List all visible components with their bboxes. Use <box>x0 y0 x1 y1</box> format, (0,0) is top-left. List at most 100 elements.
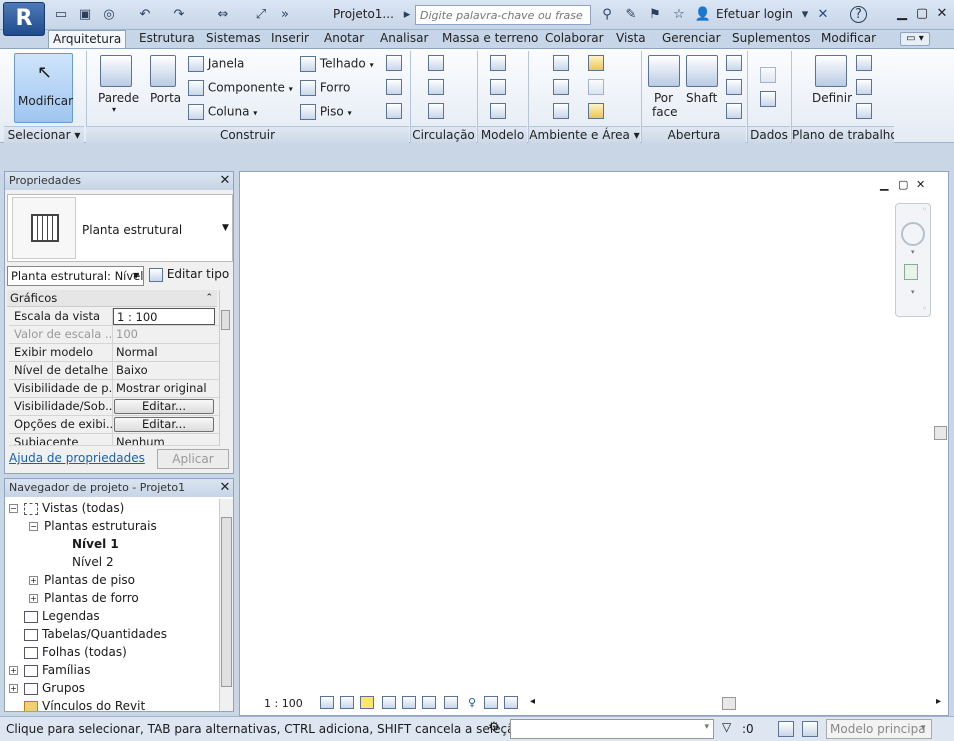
panel-ambiente-area[interactable]: Ambiente e Área ▾ <box>529 126 640 143</box>
tab-massa-e-terreno[interactable]: Massa e terreno <box>438 30 542 48</box>
component-row[interactable]: Componente ▾ <box>188 80 293 96</box>
wall-dropdown-icon[interactable]: ▾ <box>112 105 116 114</box>
tab-estrutura[interactable]: Estrutura <box>135 30 199 48</box>
view-vertical-scrollbar[interactable] <box>934 172 948 694</box>
dormer-icon[interactable] <box>726 103 742 119</box>
tab-inserir[interactable]: Inserir <box>267 30 313 48</box>
login-button[interactable]: Efetuar login <box>716 7 793 21</box>
sync-icon[interactable]: ◎ <box>100 6 118 24</box>
prop-row[interactable]: Subjacente Nenhum <box>9 434 219 446</box>
show-crop-icon[interactable] <box>422 696 436 709</box>
undo-icon[interactable]: ↶ <box>136 6 154 24</box>
view-minimize-icon[interactable]: ▁ <box>880 178 888 191</box>
instance-dropdown-icon[interactable]: ▼ <box>133 271 139 280</box>
tab-vista[interactable]: Vista <box>612 30 650 48</box>
vg-edit-button[interactable]: Editar... <box>114 399 214 414</box>
sun-path-icon[interactable] <box>360 696 374 709</box>
room-icon[interactable] <box>553 55 569 71</box>
apply-button[interactable]: Aplicar <box>157 449 229 469</box>
browser-scrollbar[interactable] <box>219 499 233 711</box>
ribbon-minimize-toggle[interactable]: ▭ ▾ <box>900 32 930 46</box>
properties-help-link[interactable]: Ajuda de propriedades <box>9 451 145 465</box>
visual-style-icon[interactable] <box>340 696 354 709</box>
tab-analisar[interactable]: Analisar <box>376 30 432 48</box>
area-icon[interactable] <box>588 55 604 71</box>
door-icon[interactable] <box>150 55 176 87</box>
tree-item-folhas[interactable]: Folhas (todas) <box>24 643 127 661</box>
instance-selector[interactable]: Planta estrutural: Nível <box>7 266 144 286</box>
ramp-icon[interactable] <box>428 79 444 95</box>
floor-row[interactable]: Piso ▾ <box>300 104 352 120</box>
editable-only-icon[interactable] <box>778 721 794 737</box>
nav-bar-options-icon[interactable]: ◦ <box>922 304 927 313</box>
dropdown-arrow-icon[interactable]: ▾ <box>796 6 814 24</box>
tree-item-nivel-1[interactable]: Nível 1 <box>72 535 119 553</box>
type-selector[interactable]: Planta estrutural ▼ <box>7 194 233 262</box>
wall-button[interactable]: Parede <box>98 91 139 105</box>
more-tools-icon[interactable]: » <box>276 6 294 24</box>
crop-view-icon[interactable] <box>402 696 416 709</box>
binoculars-icon[interactable]: ⚲ <box>598 6 616 24</box>
design-options-icon[interactable] <box>802 721 818 737</box>
prop-row[interactable]: Visibilidade de p...Mostrar original <box>9 380 219 398</box>
shadows-icon[interactable] <box>382 696 396 709</box>
restore-button[interactable]: ▢ <box>912 5 932 23</box>
set-button[interactable]: Definir <box>812 91 852 105</box>
minimize-button[interactable]: ▁ <box>892 5 912 23</box>
close-button[interactable]: ✕ <box>932 5 952 23</box>
room-separator-icon[interactable] <box>553 79 569 95</box>
properties-scrollbar[interactable] <box>219 290 231 446</box>
help-icon[interactable]: ? <box>850 6 867 23</box>
mullion-icon[interactable] <box>386 103 402 119</box>
grid-icon[interactable] <box>760 91 776 107</box>
room-tag-icon[interactable] <box>553 103 569 119</box>
tab-suplementos[interactable]: Suplementos <box>728 30 815 48</box>
tree-item-plantas-estruturais[interactable]: − Plantas estruturais <box>29 517 157 535</box>
worksets-icon[interactable]: ⚙ <box>488 720 500 735</box>
area-tag-icon[interactable] <box>588 103 604 119</box>
panel-selecionar[interactable]: Selecionar ▾ <box>4 126 84 143</box>
door-button[interactable]: Porta <box>150 91 181 105</box>
type-dropdown-icon[interactable]: ▼ <box>222 223 229 233</box>
view-scale-input[interactable]: 1 : 100 <box>113 308 215 325</box>
tab-sistemas[interactable]: Sistemas <box>202 30 265 48</box>
tree-item-nivel-2[interactable]: Nível 2 <box>72 553 114 571</box>
prop-row[interactable]: Nível de detalhe Baixo <box>9 362 219 380</box>
filter-icon[interactable]: ▽ <box>722 720 731 734</box>
subscription-icon[interactable]: ✎ <box>622 6 640 24</box>
set-workplane-icon[interactable] <box>815 55 847 87</box>
open-icon[interactable]: ▭ <box>52 6 70 24</box>
window-row[interactable]: Janela <box>188 56 244 72</box>
edit-type-button[interactable]: Editar tipo <box>149 267 229 282</box>
detail-level-icon[interactable] <box>320 696 334 709</box>
temp-hide-icon[interactable] <box>444 696 458 709</box>
tree-item-vinculos[interactable]: Vínculos do Revit <box>24 697 145 711</box>
roof-row[interactable]: Telhado ▾ <box>300 56 374 72</box>
view-close-icon[interactable]: ✕ <box>916 178 925 191</box>
by-face-icon[interactable] <box>648 55 680 87</box>
wall-opening-icon[interactable] <box>726 55 742 71</box>
view-restore-icon[interactable]: ▢ <box>898 178 908 191</box>
tree-item-legendas[interactable]: Legendas <box>24 607 100 625</box>
display-options-edit-button[interactable]: Editar... <box>114 417 214 432</box>
zoom-dropdown-icon[interactable]: ▾ <box>911 288 915 296</box>
dimension-icon[interactable]: ⤢ <box>252 6 270 24</box>
show-workplane-icon[interactable] <box>856 55 872 71</box>
reveal-elements-icon[interactable]: ♀ <box>468 696 476 709</box>
tree-item-plantas-de-forro[interactable]: + Plantas de forro <box>29 589 139 607</box>
exchange-apps-icon[interactable]: ✕ <box>814 6 832 24</box>
expand-arrow-icon[interactable]: ▸ <box>398 6 416 24</box>
model-text-icon[interactable] <box>490 55 506 71</box>
ceiling-row[interactable]: Forro <box>300 80 350 96</box>
scroll-thumb[interactable] <box>221 310 230 330</box>
tab-colaborar[interactable]: Colaborar <box>541 30 608 48</box>
nav-bar-close-icon[interactable]: ◦ <box>922 205 927 214</box>
tab-anotar[interactable]: Anotar <box>320 30 368 48</box>
shaft-button[interactable]: Shaft <box>686 91 717 105</box>
project-browser-close-icon[interactable]: ✕ <box>217 479 233 497</box>
shaft-icon[interactable] <box>686 55 718 87</box>
graphics-group-header[interactable]: Gráficos ⌃ <box>7 290 217 307</box>
vertical-opening-icon[interactable] <box>726 79 742 95</box>
workset-dropdown[interactable]: ▾ <box>510 719 714 739</box>
prop-row[interactable]: Exibir modelo Normal <box>9 344 219 362</box>
